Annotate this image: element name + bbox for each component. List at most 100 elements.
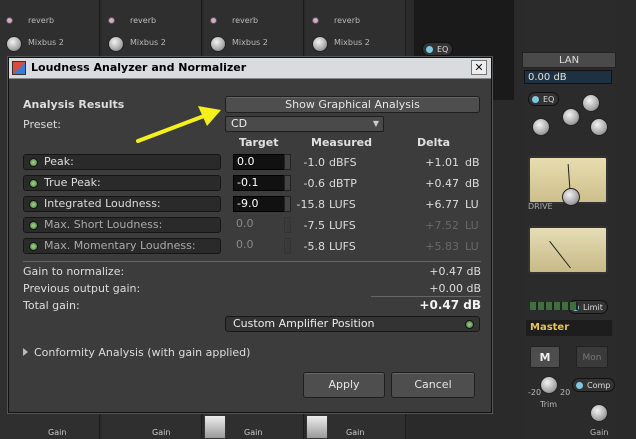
bus-label: Mixbus 2 [28,38,64,47]
metric-label: Max. Momentary Loudness: [44,239,196,252]
send-indicator[interactable] [108,17,115,24]
send-knob[interactable] [312,36,328,52]
metric-label: Integrated Loudness: [44,197,161,210]
total-gain-value: +0.47 dB [419,298,481,312]
true-peak-delta-unit: dB [465,177,480,190]
gain-label: Gain [152,428,171,437]
master-label: Master [526,320,612,336]
metric-label: Peak: [44,155,74,168]
trim-max-label: 20 [560,388,571,397]
custom-amplifier-position-button[interactable]: Custom Amplifier Position [225,316,480,332]
measured-header: Measured [311,136,372,149]
cancel-button[interactable]: Cancel [391,372,475,398]
total-gain-label: Total gain: [23,299,80,312]
drive-label: DRIVE [528,202,553,211]
send-indicator[interactable] [210,17,217,24]
gain-to-normalize-value: +0.47 dB [429,265,481,278]
send-indicator[interactable] [312,17,319,24]
trim-knob[interactable] [540,376,558,394]
status-led-icon [465,320,474,329]
trim-label: Trim [540,400,558,409]
peak-delta-unit: dB [465,156,480,169]
show-graphical-analysis-button[interactable]: Show Graphical Analysis [225,96,480,113]
peak-measured-unit: dBFS [329,156,357,169]
custom-amplifier-label: Custom Amplifier Position [233,317,375,330]
bus-label: Mixbus 2 [232,38,268,47]
max-momentary-loudness-toggle[interactable]: Max. Momentary Loudness: [23,238,221,254]
max-short-loudness-delta-unit: LU [465,219,479,232]
max-momentary-loudness-delta-unit: LU [465,240,479,253]
trim-min-label: -20 [528,388,542,397]
send-label: reverb [334,16,361,25]
eq-button[interactable]: EQ [422,42,454,56]
max-short-loudness-toggle[interactable]: Max. Short Loudness: [23,217,221,233]
max-momentary-loudness-measured: -5.8 [303,240,325,253]
enabled-led-icon [29,200,38,209]
integrated-loudness-delta-unit: LU [465,198,479,211]
drive-knob[interactable] [562,188,580,206]
previous-output-gain-label: Previous output gain: [23,282,141,295]
enabled-led-icon [29,179,38,188]
preset-select[interactable]: CD ▼ [225,116,384,132]
enabled-led-icon [29,242,38,251]
peak-delta: +1.01 [425,156,459,169]
apply-button[interactable]: Apply [303,372,385,398]
send-indicator[interactable] [6,17,13,24]
app-icon [12,61,26,75]
send-label: reverb [28,16,55,25]
send-knob[interactable] [210,36,226,52]
integrated-loudness-measured: -15.8 [296,198,325,211]
gain-knob[interactable] [590,404,608,422]
eq-knob[interactable] [532,118,550,136]
eq-knob[interactable] [562,108,580,126]
true-peak-delta: +0.47 [425,177,459,190]
true-peak-toggle[interactable]: True Peak: [23,175,221,191]
max-short-loudness-delta: +7.52 [425,219,459,232]
total-divider [371,296,481,297]
bus-label: Mixbus 2 [130,38,166,47]
dialog-content: Analysis Results Show Graphical Analysis… [9,80,491,412]
true-peak-measured-unit: dBTP [329,177,357,190]
send-label: reverb [130,16,157,25]
gain-label: Gain [346,428,365,437]
metric-label: True Peak: [44,176,101,189]
gain-label: Gain [244,428,263,437]
gain-to-normalize-label: Gain to normalize: [23,265,125,278]
max-short-loudness-measured-unit: LUFS [329,219,356,232]
delta-header: Delta [417,136,451,149]
dialog-titlebar[interactable]: Loudness Analyzer and Normalizer ✕ [9,58,491,79]
preset-value: CD [231,117,248,130]
fader-handle[interactable] [306,415,328,439]
mute-button[interactable]: M [530,346,560,368]
max-momentary-loudness-measured-unit: LUFS [329,240,356,253]
comp-button[interactable]: Comp [572,378,616,392]
fader-handle[interactable] [204,415,226,439]
master-strip: LAN 0.00 dB EQ DRIVE Limit Master M Mon … [522,0,616,439]
send-knob[interactable] [6,36,22,52]
send-label: reverb [232,16,259,25]
eq-knob[interactable] [590,118,608,136]
preset-label: Preset: [23,118,62,131]
integrated-loudness-toggle[interactable]: Integrated Loudness: [23,196,221,212]
enabled-led-icon [29,158,38,167]
max-short-loudness-measured: -7.5 [303,219,325,232]
metric-label: Max. Short Loudness: [44,218,163,231]
enabled-led-icon [29,221,38,230]
monitor-button[interactable]: Mon [576,346,608,368]
conformity-expander[interactable]: Conformity Analysis (with gain applied) [23,346,250,359]
close-button[interactable]: ✕ [471,60,487,75]
integrated-loudness-measured-unit: LUFS [329,198,356,211]
send-knob[interactable] [108,36,124,52]
gain-readout[interactable]: 0.00 dB [524,70,612,84]
strip-name[interactable]: LAN [522,52,616,68]
eq-button[interactable]: EQ [528,92,560,106]
eq-knob[interactable] [582,94,600,112]
analysis-results-heading: Analysis Results [23,98,125,111]
gain-label: Gain [590,428,609,437]
bus-label: Mixbus 2 [334,38,370,47]
conformity-label: Conformity Analysis (with gain applied) [34,346,251,359]
peak-toggle[interactable]: Peak: [23,154,221,170]
chevron-down-icon: ▼ [372,119,379,128]
vu-meter [528,226,608,274]
true-peak-measured: -0.6 [303,177,325,190]
